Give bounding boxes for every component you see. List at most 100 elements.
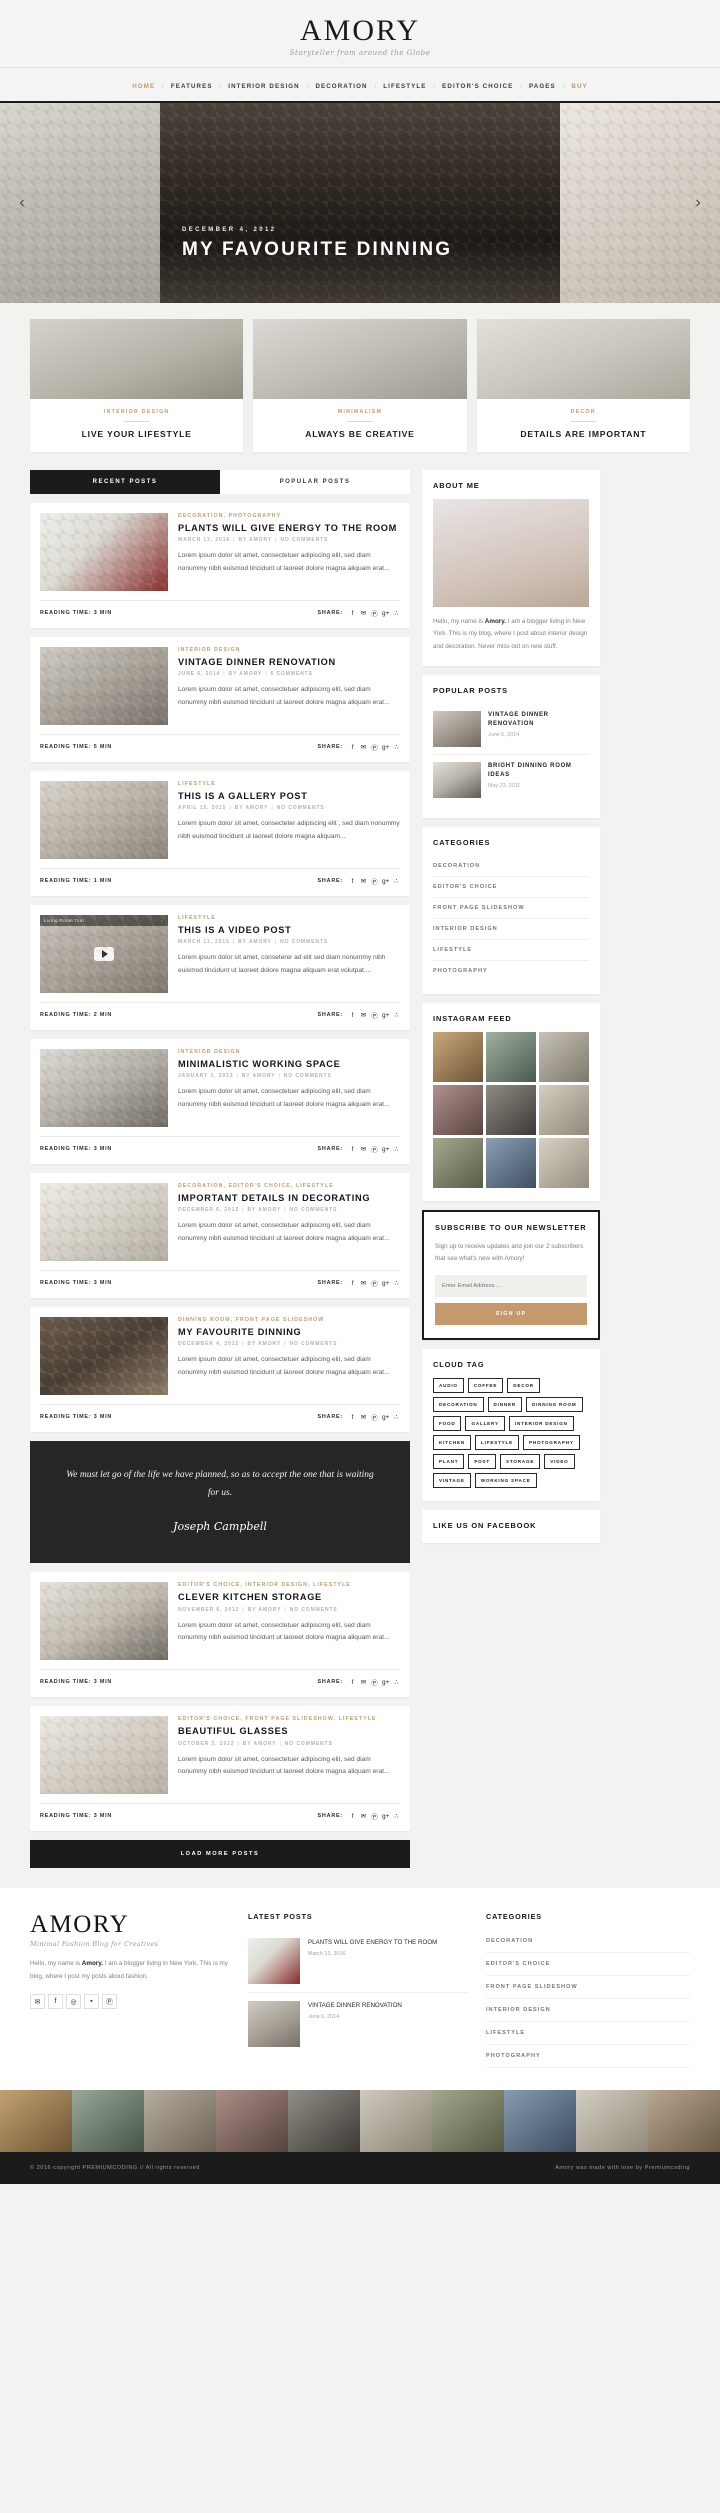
tag-item[interactable]: FOOD bbox=[433, 1416, 462, 1432]
nav-link-buy[interactable]: BUY bbox=[568, 83, 590, 90]
facebook-icon[interactable]: f bbox=[349, 1146, 356, 1153]
post-title[interactable]: IMPORTANT DETAILS IN DECORATING bbox=[178, 1192, 400, 1204]
post-comments[interactable]: NO COMMENTS bbox=[284, 1073, 332, 1079]
hero-title[interactable]: MY FAVOURITE DINNING bbox=[182, 239, 452, 261]
nav-link-editor-s-choice[interactable]: EDITOR'S CHOICE bbox=[439, 83, 516, 90]
post-title[interactable]: VINTAGE DINNER RENOVATION bbox=[178, 656, 400, 668]
share-alt-icon[interactable]: ∴ bbox=[393, 1011, 400, 1019]
post-comments[interactable]: NO COMMENTS bbox=[280, 939, 328, 945]
footer-instagram-cell[interactable] bbox=[576, 2090, 648, 2153]
post-thumbnail[interactable] bbox=[40, 513, 168, 591]
pinterest-icon[interactable]: Ⓟ bbox=[371, 1010, 378, 1020]
load-more-button[interactable]: LOAD MORE POSTS bbox=[30, 1840, 410, 1869]
post-comments[interactable]: NO COMMENTS bbox=[285, 1741, 333, 1747]
post-author[interactable]: BY AMORY bbox=[242, 1073, 276, 1079]
nav-link-interior-design[interactable]: INTERIOR DESIGN bbox=[225, 83, 303, 90]
popular-post-item[interactable]: VINTAGE DINNER RENOVATION June 6, 2014 bbox=[433, 704, 589, 755]
post-author[interactable]: BY AMORY bbox=[247, 1207, 281, 1213]
post-comments[interactable]: NO COMMENTS bbox=[289, 1341, 337, 1347]
tag-item[interactable]: POST bbox=[468, 1454, 497, 1470]
tag-item[interactable]: PLANT bbox=[433, 1454, 465, 1470]
google-plus-icon[interactable]: g+ bbox=[382, 1146, 389, 1153]
post-comments[interactable]: NO COMMENTS bbox=[290, 1607, 338, 1613]
hero-slider[interactable]: DECEMBER 4, 2012 MY FAVOURITE DINNING ‹ … bbox=[0, 103, 720, 303]
share-alt-icon[interactable]: ∴ bbox=[393, 743, 400, 751]
pinterest-icon[interactable]: Ⓟ bbox=[102, 1994, 117, 2010]
footer-instagram-cell[interactable] bbox=[648, 2090, 720, 2153]
facebook-icon[interactable]: f bbox=[349, 1679, 356, 1686]
google-plus-icon[interactable]: g+ bbox=[382, 1012, 389, 1019]
post-thumbnail[interactable] bbox=[40, 1049, 168, 1127]
instagram-cell[interactable] bbox=[433, 1084, 483, 1135]
post-category[interactable]: INTERIOR DESIGN bbox=[178, 647, 400, 653]
popular-post-item[interactable]: BRIGHT DINNING ROOM IDEAS May 23, 2011 bbox=[433, 755, 589, 805]
twitter-icon[interactable]: ✉ bbox=[360, 1145, 367, 1153]
footer-instagram-cell[interactable] bbox=[432, 2090, 504, 2153]
footer-latest-title[interactable]: VINTAGE DINNER RENOVATION bbox=[308, 2001, 402, 2011]
nav-link-lifestyle[interactable]: LIFESTYLE bbox=[380, 83, 429, 90]
tag-item[interactable]: AUDIO bbox=[433, 1378, 464, 1394]
footer-instagram-cell[interactable] bbox=[72, 2090, 144, 2153]
feature-card[interactable]: INTERIOR DESIGN LIVE YOUR LIFESTYLE bbox=[30, 319, 244, 452]
footer-category-item[interactable]: EDITOR'S CHOICE bbox=[486, 1953, 690, 1977]
chevron-right-icon[interactable]: › bbox=[688, 193, 708, 213]
facebook-icon[interactable]: f bbox=[349, 1414, 356, 1421]
footer-instagram-cell[interactable] bbox=[144, 2090, 216, 2153]
post-author[interactable]: BY AMORY bbox=[238, 537, 272, 543]
pinterest-icon[interactable]: Ⓟ bbox=[371, 1677, 378, 1687]
post-title[interactable]: BEAUTIFUL GLASSES bbox=[178, 1725, 400, 1737]
category-item[interactable]: LIFESTYLE bbox=[433, 940, 589, 961]
post-title[interactable]: MY FAVOURITE DINNING bbox=[178, 1326, 400, 1338]
footer-latest-item[interactable]: VINTAGE DINNER RENOVATION June 6, 2014 bbox=[248, 1993, 468, 2055]
share-alt-icon[interactable]: ∴ bbox=[393, 1145, 400, 1153]
google-plus-icon[interactable]: g+ bbox=[382, 1280, 389, 1287]
pinterest-icon[interactable]: Ⓟ bbox=[371, 1811, 378, 1821]
post-title[interactable]: THIS IS A GALLERY POST bbox=[178, 790, 400, 802]
google-plus-icon[interactable]: g+ bbox=[382, 610, 389, 617]
youtube-icon[interactable]: ▪ bbox=[84, 1994, 99, 2010]
twitter-icon[interactable]: ✉ bbox=[360, 1011, 367, 1019]
post-comments[interactable]: NO COMMENTS bbox=[289, 1207, 337, 1213]
instagram-cell[interactable] bbox=[433, 1031, 483, 1082]
email-input[interactable] bbox=[435, 1275, 587, 1298]
category-item[interactable]: FRONT PAGE SLIDESHOW bbox=[433, 898, 589, 919]
share-alt-icon[interactable]: ∴ bbox=[393, 877, 400, 885]
footer-instagram-cell[interactable] bbox=[288, 2090, 360, 2153]
facebook-icon[interactable]: f bbox=[349, 878, 356, 885]
facebook-icon[interactable]: f bbox=[48, 1994, 63, 2010]
twitter-icon[interactable]: ✉ bbox=[360, 1678, 367, 1686]
nav-link-pages[interactable]: PAGES bbox=[526, 83, 559, 90]
post-author[interactable]: BY AMORY bbox=[243, 1741, 277, 1747]
pinterest-icon[interactable]: Ⓟ bbox=[371, 1412, 378, 1422]
google-plus-icon[interactable]: g+ bbox=[382, 1813, 389, 1820]
feature-card[interactable]: DECOR DETAILS ARE IMPORTANT bbox=[476, 319, 690, 452]
twitter-icon[interactable]: ✉ bbox=[360, 1279, 367, 1287]
tag-item[interactable]: DECORATION bbox=[433, 1397, 484, 1413]
pinterest-icon[interactable]: Ⓟ bbox=[371, 742, 378, 752]
tab-popular-posts[interactable]: POPULAR POSTS bbox=[220, 470, 410, 494]
footer-latest-item[interactable]: PLANTS WILL GIVE ENERGY TO THE ROOM March… bbox=[248, 1930, 468, 1994]
pinterest-icon[interactable]: Ⓟ bbox=[371, 608, 378, 618]
tag-item[interactable]: KITCHEN bbox=[433, 1435, 472, 1451]
post-author[interactable]: BY AMORY bbox=[229, 671, 263, 677]
post-thumbnail[interactable] bbox=[40, 1716, 168, 1795]
post-category[interactable]: DECORATION, EDITOR'S CHOICE, LIFESTYLE bbox=[178, 1183, 400, 1189]
post-comments[interactable]: NO COMMENTS bbox=[280, 537, 328, 543]
post-thumbnail[interactable] bbox=[40, 1183, 168, 1261]
footer-category-item[interactable]: INTERIOR DESIGN bbox=[486, 1999, 690, 2023]
google-plus-icon[interactable]: g+ bbox=[382, 1414, 389, 1421]
post-tabs[interactable]: RECENT POSTS POPULAR POSTS bbox=[30, 470, 410, 494]
instagram-cell[interactable] bbox=[486, 1084, 536, 1135]
footer-category-item[interactable]: LIFESTYLE bbox=[486, 2022, 690, 2046]
post-category[interactable]: LIFESTYLE bbox=[178, 781, 400, 787]
post-author[interactable]: BY AMORY bbox=[235, 805, 269, 811]
footer-instagram-cell[interactable] bbox=[0, 2090, 72, 2153]
tag-item[interactable]: LIFESTYLE bbox=[475, 1435, 519, 1451]
share-alt-icon[interactable]: ∴ bbox=[393, 1413, 400, 1421]
pinterest-icon[interactable]: Ⓟ bbox=[371, 1278, 378, 1288]
chevron-left-icon[interactable]: ‹ bbox=[12, 193, 32, 213]
post-thumbnail[interactable]: Living Room Tour ⋮ bbox=[40, 915, 168, 993]
share-alt-icon[interactable]: ∴ bbox=[393, 1279, 400, 1287]
pinterest-icon[interactable]: Ⓟ bbox=[371, 1144, 378, 1154]
post-author[interactable]: BY AMORY bbox=[238, 939, 272, 945]
